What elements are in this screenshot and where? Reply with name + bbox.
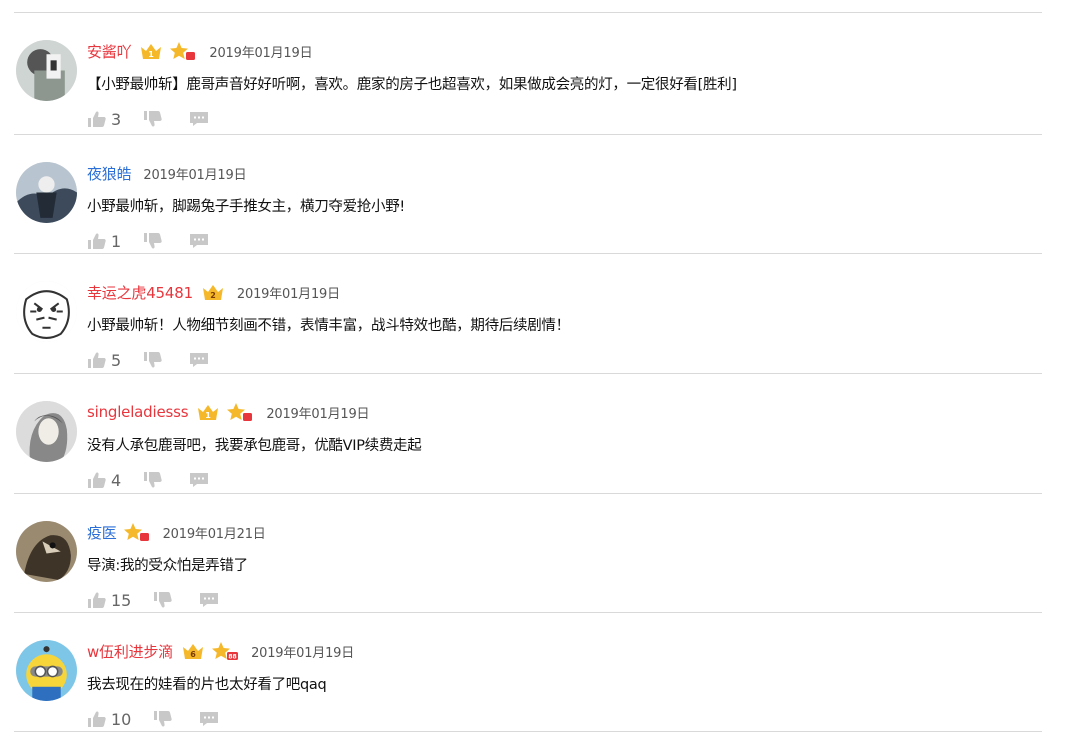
comment-actions: 4 <box>87 470 209 490</box>
like-count: 15 <box>111 590 132 610</box>
dislike-button[interactable] <box>143 351 163 369</box>
comment-actions: 3 <box>87 109 209 129</box>
dislike-button[interactable] <box>143 110 163 128</box>
thumbs-down-icon <box>154 711 173 727</box>
member-star-icon <box>123 522 151 542</box>
comment-bubble-icon <box>200 712 219 726</box>
comment-meta: singleladiesss 1 2019年01月19日 <box>87 400 370 424</box>
thumbs-up-icon <box>88 711 106 727</box>
vip-level-badge-icon: 1 <box>196 402 220 422</box>
vip-level-badge-icon: 2 <box>201 282 225 302</box>
comment-date: 2019年01月19日 <box>143 167 247 183</box>
comment-actions: 5 <box>87 350 209 370</box>
avatar[interactable] <box>16 40 77 101</box>
comment-date: 2019年01月19日 <box>251 645 355 661</box>
comment-bubble-icon <box>200 593 219 607</box>
thumbs-up-icon <box>88 592 106 608</box>
thumbs-down-icon <box>144 472 162 488</box>
avatar[interactable] <box>16 521 77 582</box>
reply-button[interactable] <box>189 472 209 488</box>
username-link[interactable]: w伍利进步滴 <box>87 641 173 662</box>
comment-meta: w伍利进步滴 6 88 2019年01月19日 <box>87 639 354 663</box>
comment-item: 安酱吖 1 2019年01月19日 【小野最帅斩】鹿哥声音好好听啊，喜欢。鹿家的… <box>0 13 1080 131</box>
comment-bubble-icon <box>190 234 209 248</box>
username-link[interactable]: 安酱吖 <box>87 41 132 62</box>
comment-text: 【小野最帅斩】鹿哥声音好好听啊，喜欢。鹿家的房子也超喜欢，如果做成会亮的灯，一定… <box>87 77 737 93</box>
thumbs-up-icon <box>88 233 106 249</box>
reply-button[interactable] <box>189 233 209 249</box>
comment-actions: 10 <box>87 709 219 729</box>
thumbs-down-icon <box>144 233 162 249</box>
vip-level-badge-icon: 1 <box>139 41 163 61</box>
comment-item: 夜狼皓 2019年01月19日 小野最帅斩，脚踢兔子手推女主，横刀夺爱抢小野! … <box>0 135 1080 253</box>
reply-button[interactable] <box>189 352 209 368</box>
username-link[interactable]: 夜狼皓 <box>87 163 132 184</box>
vip-level-badge-icon: 6 <box>181 641 205 661</box>
comment-item: 幸运之虎45481 2 2019年01月19日 小野最帅斩！人物细节刻画不错，表… <box>0 254 1080 372</box>
reply-button[interactable] <box>189 111 209 127</box>
dislike-button[interactable] <box>153 591 173 609</box>
comment-text: 没有人承包鹿哥吧，我要承包鹿哥，优酷VIP续费走起 <box>87 438 422 454</box>
comment-text: 小野最帅斩，脚踢兔子手推女主，横刀夺爱抢小野! <box>87 199 405 215</box>
comment-meta: 疫医 2019年01月21日 <box>87 520 266 544</box>
comment-text: 导演:我的受众怕是弄错了 <box>87 558 248 574</box>
badge-level: 1 <box>206 411 212 420</box>
comment-item: w伍利进步滴 6 88 2019年01月19日 我去现在的娃看的片也太好看了吧q… <box>0 613 1080 731</box>
badge-level: 1 <box>149 50 155 59</box>
divider <box>14 731 1042 732</box>
username-link[interactable]: 幸运之虎45481 <box>87 282 193 303</box>
comment-text: 小野最帅斩！人物细节刻画不错，表情丰富，战斗特效也酷，期待后续剧情！ <box>87 318 570 334</box>
dislike-button[interactable] <box>143 232 163 250</box>
dislike-button[interactable] <box>153 710 173 728</box>
comment-meta: 夜狼皓 2019年01月19日 <box>87 161 247 185</box>
like-count: 4 <box>111 470 122 490</box>
like-button[interactable]: 15 <box>87 591 131 610</box>
comment-date: 2019年01月19日 <box>209 45 313 61</box>
avatar[interactable] <box>16 401 77 462</box>
like-button[interactable]: 1 <box>87 232 121 251</box>
avatar[interactable] <box>16 162 77 223</box>
thumbs-up-icon <box>88 352 106 368</box>
comment-date: 2019年01月19日 <box>236 286 340 302</box>
comment-meta: 安酱吖 1 2019年01月19日 <box>87 39 313 63</box>
comment-item: 疫医 2019年01月21日 导演:我的受众怕是弄错了 15 <box>0 494 1080 612</box>
thumbs-down-icon <box>144 352 162 368</box>
avatar[interactable] <box>16 640 77 701</box>
dislike-button[interactable] <box>143 471 163 489</box>
comment-bubble-icon <box>190 473 209 487</box>
member-star-icon: 88 <box>211 641 239 661</box>
comment-date: 2019年01月19日 <box>266 406 370 422</box>
username-link[interactable]: singleladiesss <box>87 403 189 421</box>
like-count: 1 <box>111 231 122 251</box>
thumbs-down-icon <box>144 111 162 127</box>
star-tag: 88 <box>228 654 236 661</box>
comment-date: 2019年01月21日 <box>162 526 266 542</box>
member-star-icon <box>169 41 197 61</box>
comment-text: 我去现在的娃看的片也太好看了吧qaq <box>87 677 327 693</box>
comment-actions: 15 <box>87 590 219 610</box>
like-button[interactable]: 3 <box>87 110 121 129</box>
reply-button[interactable] <box>199 711 219 727</box>
comment-bubble-icon <box>190 353 209 367</box>
like-button[interactable]: 10 <box>87 710 131 729</box>
like-count: 3 <box>111 109 122 129</box>
thumbs-up-icon <box>88 472 106 488</box>
badge-level: 2 <box>210 291 216 300</box>
reply-button[interactable] <box>199 592 219 608</box>
like-button[interactable]: 5 <box>87 351 121 370</box>
thumbs-up-icon <box>88 111 106 127</box>
comment-item: singleladiesss 1 2019年01月19日 没有人承包鹿哥吧，我要… <box>0 374 1080 492</box>
comment-actions: 1 <box>87 231 209 251</box>
badge-level: 6 <box>190 650 196 659</box>
thumbs-down-icon <box>154 592 173 608</box>
member-star-icon <box>226 402 254 422</box>
like-button[interactable]: 4 <box>87 471 121 490</box>
avatar[interactable] <box>16 281 77 342</box>
like-count: 10 <box>111 709 132 729</box>
like-count: 5 <box>111 350 122 370</box>
username-link[interactable]: 疫医 <box>87 522 117 543</box>
comment-meta: 幸运之虎45481 2 2019年01月19日 <box>87 280 340 304</box>
comment-bubble-icon <box>190 112 209 126</box>
